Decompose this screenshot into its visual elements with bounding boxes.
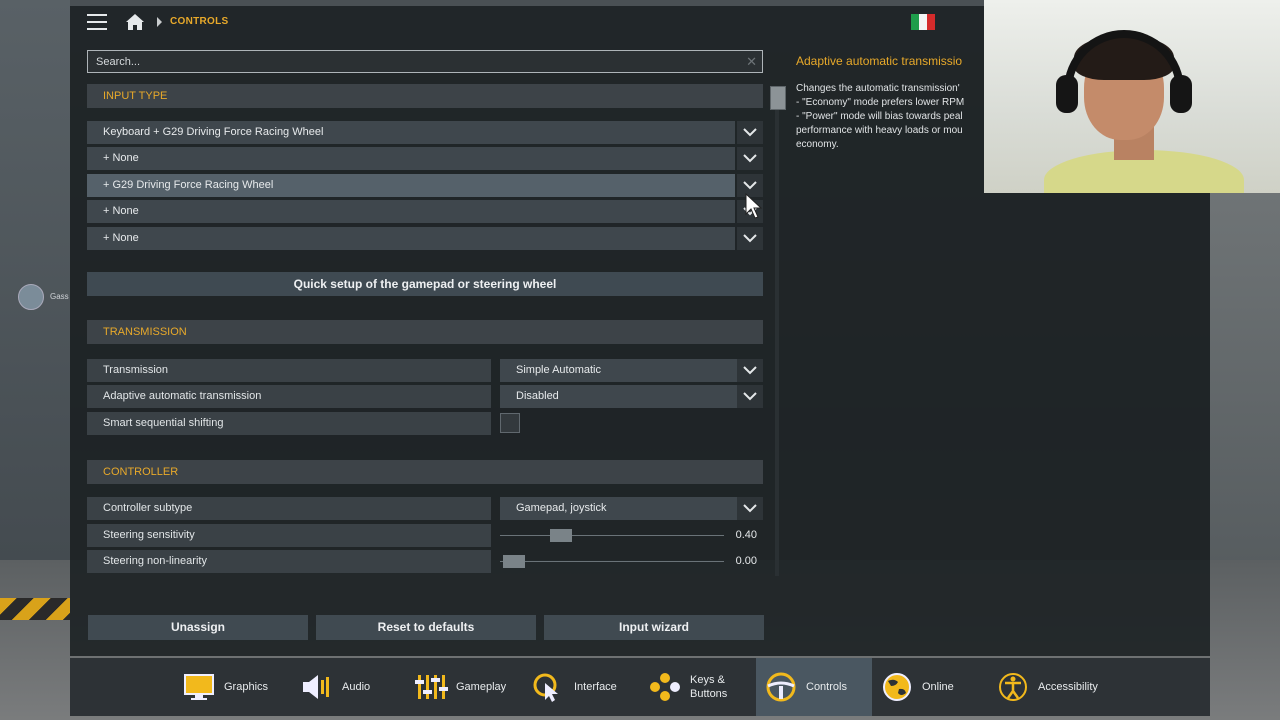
settings-nav: Graphics Audio Gameplay Interface Keys &… [70,658,1210,716]
nav-label-graphics: Graphics [224,681,269,693]
chevron-down-icon[interactable] [737,147,763,170]
home-icon[interactable] [125,13,145,31]
input-row-4[interactable]: + None [87,200,735,223]
nav-online[interactable]: Online [880,658,954,716]
section-input-type: INPUT TYPE [87,84,763,108]
mouse-cursor-icon [745,192,763,219]
smart-shifting-checkbox[interactable] [500,413,520,433]
webcam-overlay [984,0,1280,193]
nav-controls[interactable]: Controls [756,658,872,716]
smart-shifting-label: Smart sequential shifting [87,412,491,435]
nav-label-online: Online [922,681,954,693]
nav-audio[interactable]: Audio [300,658,370,716]
steering-wheel-icon [766,672,796,702]
scrollbar-thumb[interactable] [770,86,786,110]
clear-search-icon[interactable]: ✕ [746,54,757,70]
adaptive-transmission-select[interactable]: Disabled [500,385,737,408]
nav-label-interface: Interface [574,681,617,693]
breadcrumb: CONTROLS [170,16,229,27]
globe-icon [883,673,911,701]
monitor-icon [184,674,214,700]
search-field[interactable]: ✕ [87,50,763,73]
steering-sensitivity-label: Steering sensitivity [87,524,491,547]
transmission-select[interactable]: Simple Automatic [500,359,737,382]
transmission-label: Transmission [87,359,491,382]
input-row-2[interactable]: + None [87,147,735,170]
steering-nonlinearity-slider[interactable] [500,550,724,573]
controller-subtype-label: Controller subtype [87,497,491,520]
accessibility-icon [999,673,1027,701]
chevron-down-icon[interactable] [737,227,763,250]
nav-label-audio: Audio [342,681,371,693]
speaker-icon [303,675,329,699]
slider-handle[interactable] [503,555,525,568]
menu-icon[interactable] [87,14,107,30]
nav-label-gameplay: Gameplay [456,681,507,693]
nav-interface[interactable]: Interface [532,658,617,716]
chevron-down-icon[interactable] [737,359,763,382]
nav-keys-buttons[interactable]: Keys & Buttons [648,658,727,716]
chevron-down-icon[interactable] [737,497,763,520]
headphones-icon [1064,30,1184,100]
adaptive-transmission-label: Adaptive automatic transmission [87,385,491,408]
input-row-5[interactable]: + None [87,227,735,250]
nav-label-accessibility: Accessibility [1038,681,1098,693]
info-description: Changes the automatic transmission' - "E… [796,83,965,150]
section-transmission: TRANSMISSION [87,320,763,344]
quick-setup-button[interactable]: Quick setup of the gamepad or steering w… [87,272,763,296]
search-input[interactable] [88,51,744,72]
section-controller: CONTROLLER [87,460,763,484]
sliders-icon [415,675,448,699]
slider-handle[interactable] [550,529,572,542]
avatar [18,284,44,310]
reset-defaults-button[interactable]: Reset to defaults [316,615,536,640]
chevron-down-icon[interactable] [737,121,763,144]
chevron-down-icon[interactable] [737,385,763,408]
input-row-3[interactable]: + G29 Driving Force Racing Wheel [87,174,735,197]
cursor-icon [533,673,558,702]
steering-nonlinearity-label: Steering non-linearity [87,550,491,573]
steering-nonlinearity-value: 0.00 [735,555,757,567]
background-wall-right [1210,190,1280,610]
nav-graphics[interactable]: Graphics [182,658,268,716]
nav-accessibility[interactable]: Accessibility [996,658,1098,716]
gamepad-buttons-icon [650,673,680,701]
italy-flag-icon[interactable] [911,14,935,30]
scrollbar-track[interactable] [775,86,779,576]
side-note: Gass [50,292,69,301]
unassign-button[interactable]: Unassign [88,615,308,640]
steering-sensitivity-value: 0.40 [735,529,757,541]
controller-subtype-select[interactable]: Gamepad, joystick [500,497,737,520]
breadcrumb-arrow-icon [157,17,162,27]
warning-stripe [0,598,70,620]
input-wizard-button[interactable]: Input wizard [544,615,764,640]
info-title: Adaptive automatic transmissio [796,54,963,68]
nav-label-keys-buttons: Keys & Buttons [690,674,728,700]
input-row-1[interactable]: Keyboard + G29 Driving Force Racing Whee… [87,121,735,144]
steering-sensitivity-slider[interactable] [500,524,724,547]
settings-panel[interactable]: INPUT TYPE Keyboard + G29 Driving Force … [87,84,763,578]
nav-label-controls: Controls [806,681,847,693]
background-wall-left [0,0,70,560]
nav-gameplay[interactable]: Gameplay [414,658,506,716]
